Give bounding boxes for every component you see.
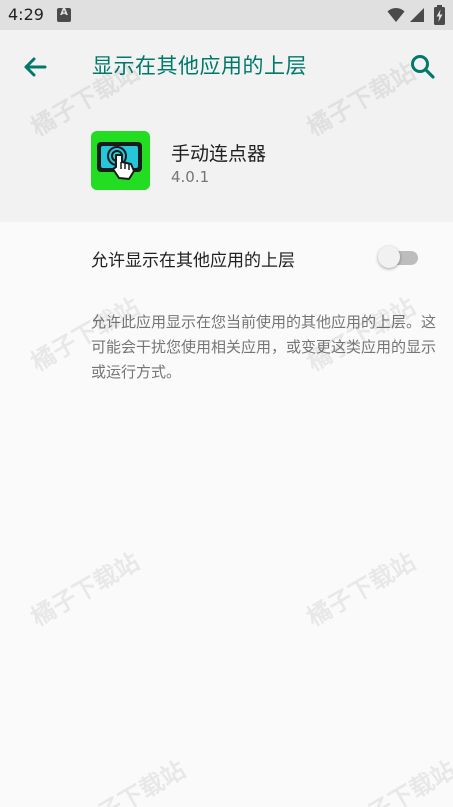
app-header: 手动连点器 4.0.1 <box>0 102 453 222</box>
watermark: 橘子下载站 <box>342 755 453 807</box>
app-name: 手动连点器 <box>171 143 267 165</box>
watermark: 橘子下载站 <box>302 547 421 632</box>
status-time: 4:29 <box>8 5 44 24</box>
app-bar: 显示在其他应用的上层 <box>0 30 453 102</box>
setting-description: 允许此应用显示在您当前使用的其他应用的上层。这可能会干扰您使用相关应用，或变更这… <box>91 313 437 381</box>
arrow-back-icon[interactable] <box>18 50 52 84</box>
wifi-icon <box>387 7 405 22</box>
tap-screen-icon <box>91 131 150 190</box>
search-icon[interactable] <box>406 50 440 84</box>
toggle-thumb <box>378 246 400 268</box>
battery-charging-icon <box>434 5 445 25</box>
page-title: 显示在其他应用的上层 <box>92 54 307 78</box>
allow-overlay-setting-row[interactable]: 允许显示在其他应用的上层 <box>0 222 453 294</box>
screen: 4:29 显示在其他应用的上层 <box>0 0 453 807</box>
watermark: 橘子下载站 <box>72 755 191 807</box>
status-bar: 4:29 <box>0 0 453 30</box>
app-version: 4.0.1 <box>171 168 210 186</box>
setting-label: 允许显示在其他应用的上层 <box>91 251 295 271</box>
watermark: 橘子下载站 <box>26 547 145 632</box>
allow-overlay-toggle[interactable] <box>376 245 420 271</box>
notification-a-icon <box>57 7 71 22</box>
signal-icon <box>410 8 424 22</box>
